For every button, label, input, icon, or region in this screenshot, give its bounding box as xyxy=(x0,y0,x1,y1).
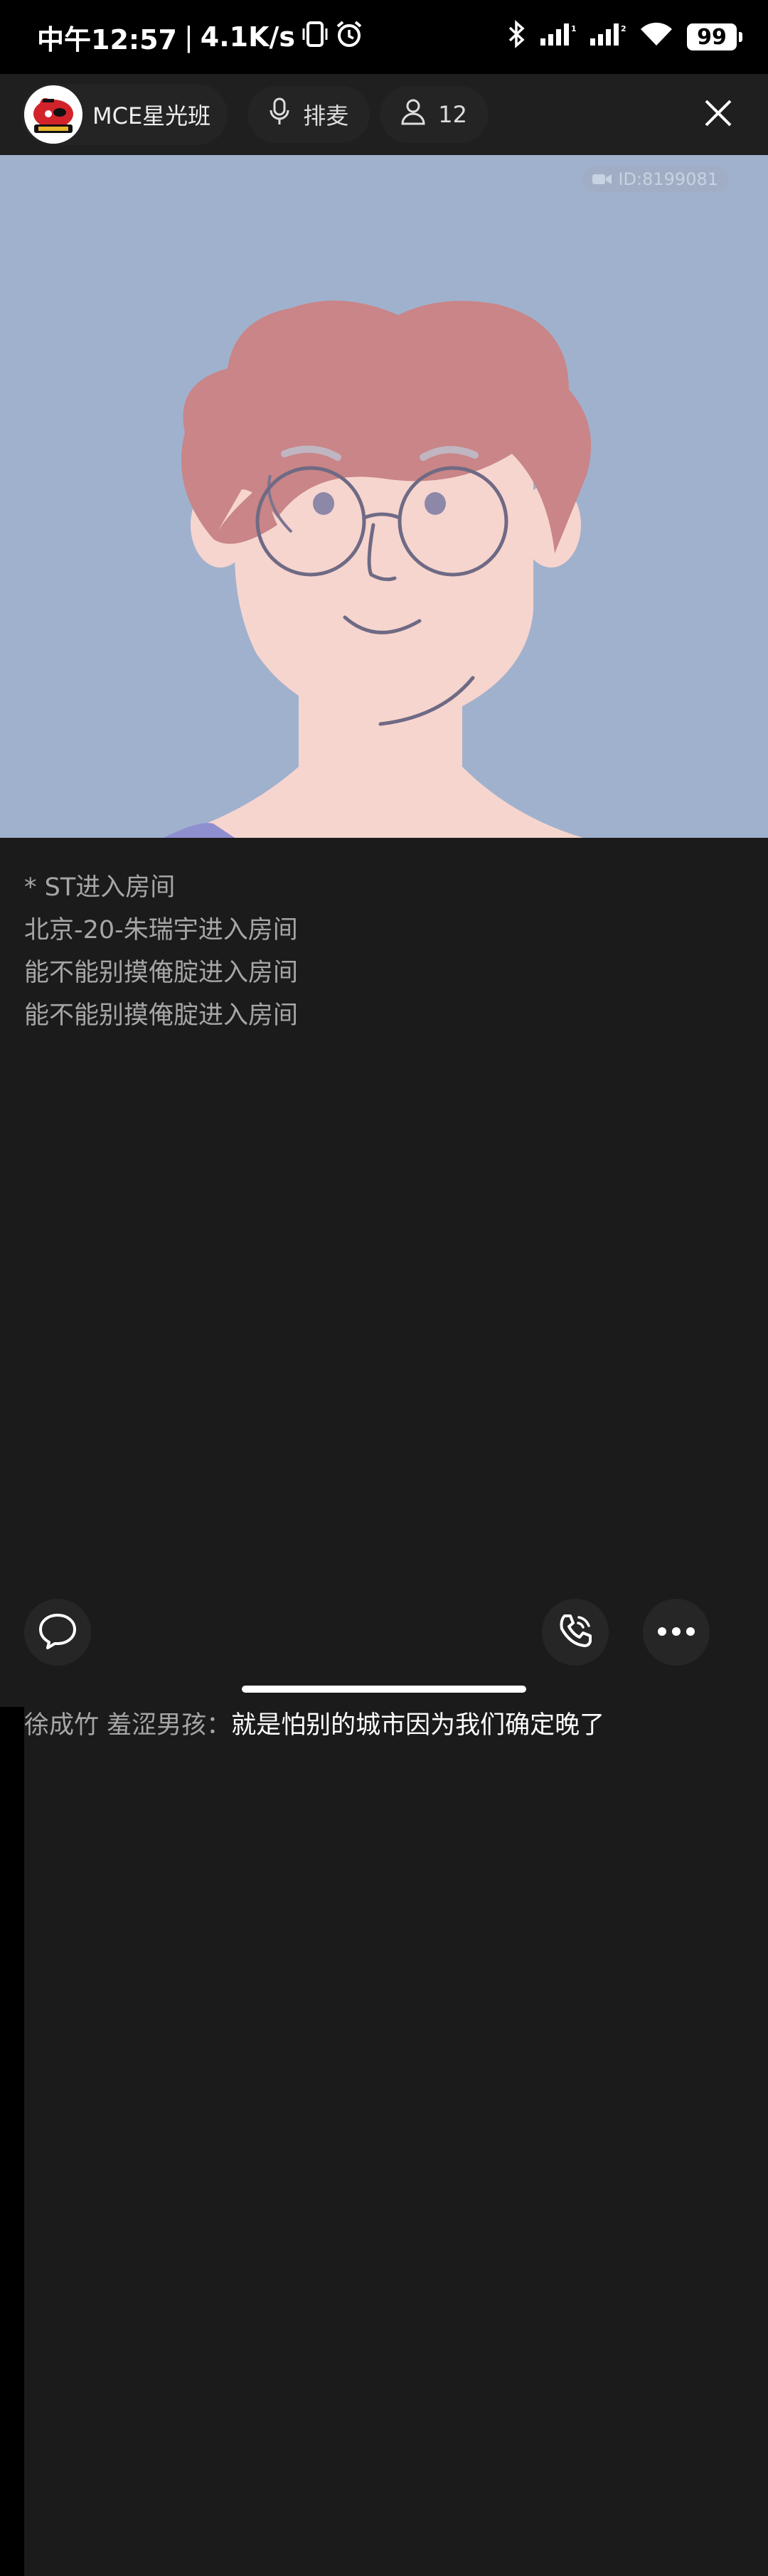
svg-text:1: 1 xyxy=(571,24,576,33)
signal-icon: 2 xyxy=(590,21,626,53)
status-bar: 中午12:57 | 4.1K/s 1 2 99 xyxy=(0,0,768,74)
mic-icon xyxy=(269,97,290,132)
close-icon xyxy=(704,99,732,130)
message-sender[interactable]: 能不能别摸俺腚进入房间 xyxy=(24,959,298,987)
more-icon xyxy=(657,1626,695,1639)
room-avatar xyxy=(24,85,82,144)
video-stage[interactable]: ID:8199081 xyxy=(0,155,768,838)
room-name: MCE星光班 xyxy=(92,102,211,129)
signal-icon: 1 xyxy=(540,21,577,53)
chat-message: 北京-20-朱瑞宇进入房间 xyxy=(24,912,565,949)
wifi-icon xyxy=(640,21,673,53)
chat-message: 徐成竹 羞涩男孩：就是怕别的城市因为我们确定晚了 xyxy=(24,1707,768,2576)
status-separator: | xyxy=(183,21,193,53)
call-button[interactable] xyxy=(542,1599,609,1666)
chat-message: 能不能别摸俺腚进入房间 xyxy=(24,954,565,991)
chat-panel: * ST进入房间北京-20-朱瑞宇进入房间北京-20-朱瑞宇：是哒北京-20-朱… xyxy=(0,838,768,2576)
svg-text:2: 2 xyxy=(621,24,626,33)
battery-indicator: 99 xyxy=(687,23,742,50)
room-header: MCE星光班 排麦 12 xyxy=(0,74,768,155)
queue-mic-label: 排麦 xyxy=(303,102,349,129)
phone-icon xyxy=(555,1610,596,1654)
room-info-chip[interactable]: MCE星光班 xyxy=(21,84,228,145)
room-id-label: ID:8199081 xyxy=(618,169,718,189)
member-count: 12 xyxy=(438,101,467,128)
message-sender[interactable]: 能不能别摸俺腚进入房间 xyxy=(24,1001,298,1030)
message-sender[interactable]: * ST进入房间 xyxy=(24,873,175,902)
room-id-badge: ID:8199081 xyxy=(582,166,728,192)
bluetooth-icon xyxy=(508,19,526,55)
alarm-icon xyxy=(335,20,363,55)
status-net-speed: 4.1K/s xyxy=(200,21,296,53)
chat-button[interactable] xyxy=(24,1599,91,1666)
vibrate-icon xyxy=(302,20,328,55)
more-button[interactable] xyxy=(643,1599,710,1666)
video-icon xyxy=(592,172,612,186)
default-avatar-illustration xyxy=(0,155,768,838)
member-count-button[interactable]: 12 xyxy=(380,86,489,143)
message-list[interactable]: * ST进入房间北京-20-朱瑞宇进入房间北京-20-朱瑞宇：是哒北京-20-朱… xyxy=(24,869,768,2576)
queue-mic-button[interactable]: 排麦 xyxy=(247,86,370,143)
message-sender[interactable]: 北京-20-朱瑞宇进入房间 xyxy=(24,916,298,944)
message-sender[interactable]: 徐成竹 羞涩男孩： xyxy=(24,1711,231,1740)
chat-bubble-icon xyxy=(38,1611,78,1654)
person-icon xyxy=(401,98,425,131)
close-button[interactable] xyxy=(690,86,747,143)
home-indicator[interactable] xyxy=(242,1686,526,1693)
status-time: 中午12:57 xyxy=(37,23,177,55)
chat-message: 能不能别摸俺腚进入房间 xyxy=(24,997,565,1034)
chat-message: * ST进入房间 xyxy=(24,869,565,906)
message-text: 就是怕别的城市因为我们确定晚了 xyxy=(231,1711,605,1740)
